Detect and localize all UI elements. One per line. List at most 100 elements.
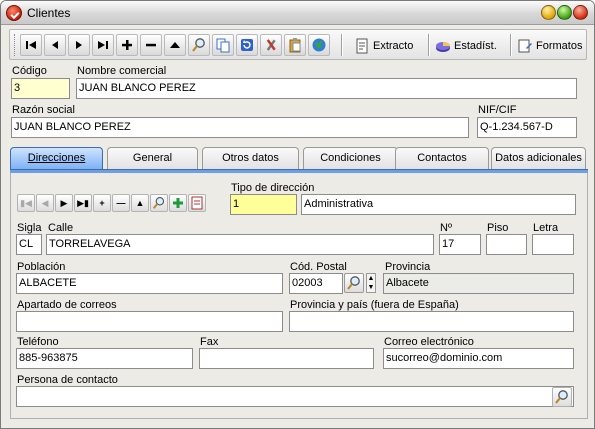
address-delete-button[interactable]: —	[112, 194, 130, 212]
address-next-button[interactable]: ▶	[55, 194, 73, 212]
tab-contactos-label: Contactos	[417, 152, 467, 164]
maximize-button[interactable]	[557, 5, 572, 20]
nombre-comercial-field[interactable]: JUAN BLANCO PEREZ	[76, 78, 577, 99]
green-plus-icon	[173, 198, 183, 208]
prev-record-button[interactable]	[44, 34, 66, 56]
fax-label: Fax	[200, 336, 219, 348]
nombre-comercial-label: Nombre comercial	[77, 65, 167, 77]
tipo-direccion-desc-field[interactable]: Administrativa	[301, 194, 576, 215]
letra-label: Letra	[533, 222, 559, 234]
tools-button[interactable]	[260, 34, 282, 56]
provincia-label: Provincia	[385, 261, 431, 273]
email-label: Correo electrónico	[384, 336, 474, 348]
refresh-button[interactable]	[236, 34, 258, 56]
address-first-button[interactable]: ▮◀	[17, 194, 35, 212]
address-add-green-button[interactable]	[169, 194, 187, 212]
toolbar-separator	[341, 34, 343, 56]
estadist-button[interactable]: Estadíst.	[434, 35, 497, 57]
clientes-window: Clientes Extracto Estadíst. Formatos Cód…	[0, 0, 595, 429]
first-record-button[interactable]	[20, 34, 42, 56]
address-up-button[interactable]: ▲	[131, 194, 149, 212]
nif-cif-field[interactable]: Q-1.234.567-D	[477, 117, 577, 138]
persona-search-button[interactable]	[552, 387, 572, 407]
codigo-postal-label: Cód. Postal	[290, 261, 347, 273]
piso-field[interactable]	[486, 234, 527, 255]
web-button[interactable]	[308, 34, 330, 56]
codigo-label: Código	[12, 65, 47, 77]
formatos-label: Formatos	[536, 40, 583, 52]
provincia-field[interactable]: Albacete	[383, 273, 574, 294]
apartado-field[interactable]	[16, 311, 283, 332]
tab-otros-datos-label: Otros datos	[222, 152, 279, 164]
poblacion-label: Población	[17, 261, 66, 273]
tab-direcciones[interactable]: Direcciones	[10, 147, 103, 169]
paste-button[interactable]	[284, 34, 306, 56]
close-button[interactable]	[573, 5, 588, 20]
extracto-label: Extracto	[373, 40, 414, 52]
tab-general[interactable]: General	[107, 147, 198, 169]
tab-strip: Direcciones General Otros datos Condicio…	[10, 147, 586, 169]
tab-condiciones-label: Condiciones	[320, 152, 381, 164]
last-record-button[interactable]	[92, 34, 114, 56]
copy-icon	[216, 38, 230, 53]
persona-contacto-field[interactable]	[16, 386, 574, 407]
numero-field[interactable]: 17	[439, 234, 481, 255]
persona-contacto-label: Persona de contacto	[17, 374, 118, 386]
cp-search-button[interactable]	[344, 273, 364, 293]
telefono-label: Teléfono	[17, 336, 59, 348]
tab-otros-datos[interactable]: Otros datos	[202, 147, 299, 169]
add-record-button[interactable]	[116, 34, 138, 56]
piso-label: Piso	[487, 222, 509, 234]
pie-chart-icon	[436, 42, 450, 52]
estadist-label: Estadíst.	[454, 40, 497, 52]
calle-field[interactable]: TORRELAVEGA	[46, 234, 434, 255]
paste-icon	[289, 38, 301, 53]
copy-button[interactable]	[212, 34, 234, 56]
search-icon	[347, 276, 360, 290]
toolbar-separator	[510, 34, 512, 56]
main-toolbar: Extracto Estadíst. Formatos	[9, 29, 587, 60]
search-button[interactable]	[188, 34, 210, 56]
extracto-button[interactable]: Extracto	[353, 35, 413, 57]
tab-direcciones-label: Direcciones	[27, 152, 86, 164]
refresh-icon	[241, 39, 253, 51]
title-bar: Clientes	[1, 1, 594, 25]
minimize-button[interactable]	[541, 5, 556, 20]
codigo-postal-field[interactable]: 02003	[289, 273, 343, 294]
address-nav-group: ▮◀ ◀ ▶ ▶▮ + — ▲	[17, 194, 207, 214]
address-prev-button[interactable]: ◀	[36, 194, 54, 212]
address-notes-button[interactable]	[188, 194, 206, 212]
document-icon	[356, 38, 368, 54]
address-add-button[interactable]: +	[93, 194, 111, 212]
cp-spinner[interactable]: ▲ ▼	[366, 273, 376, 293]
provincia-pais-field[interactable]	[289, 311, 574, 332]
nif-cif-label: NIF/CIF	[478, 104, 517, 116]
fax-field[interactable]	[199, 348, 374, 369]
up-button[interactable]	[164, 34, 186, 56]
telefono-field[interactable]: 885-963875	[16, 348, 193, 369]
sigla-field[interactable]: CL	[16, 234, 42, 255]
address-last-button[interactable]: ▶▮	[74, 194, 92, 212]
letra-field[interactable]	[532, 234, 574, 255]
app-logo-icon	[6, 5, 22, 21]
tab-condiciones[interactable]: Condiciones	[303, 147, 398, 169]
sigla-label: Sigla	[17, 222, 42, 234]
tab-contactos[interactable]: Contactos	[395, 147, 489, 169]
provincia-pais-label: Provincia y país (fuera de España)	[290, 299, 459, 311]
codigo-field[interactable]: 3	[11, 78, 70, 99]
globe-icon	[312, 38, 326, 52]
format-icon	[518, 39, 532, 53]
razon-social-field[interactable]: JUAN BLANCO PEREZ	[11, 117, 469, 138]
email-field[interactable]: sucorreo@dominio.com	[383, 348, 574, 369]
search-icon	[192, 38, 205, 52]
next-record-button[interactable]	[68, 34, 90, 56]
delete-record-button[interactable]	[140, 34, 162, 56]
toolbar-grip[interactable]	[14, 34, 17, 56]
tab-datos-adicionales[interactable]: Datos adicionales	[491, 147, 586, 169]
formatos-button[interactable]: Formatos	[516, 35, 582, 57]
address-search-button[interactable]	[150, 194, 168, 212]
tipo-direccion-code-field[interactable]: 1	[230, 194, 297, 215]
tools-icon	[266, 39, 276, 51]
poblacion-field[interactable]: ALBACETE	[16, 273, 283, 294]
notes-icon	[191, 196, 203, 210]
